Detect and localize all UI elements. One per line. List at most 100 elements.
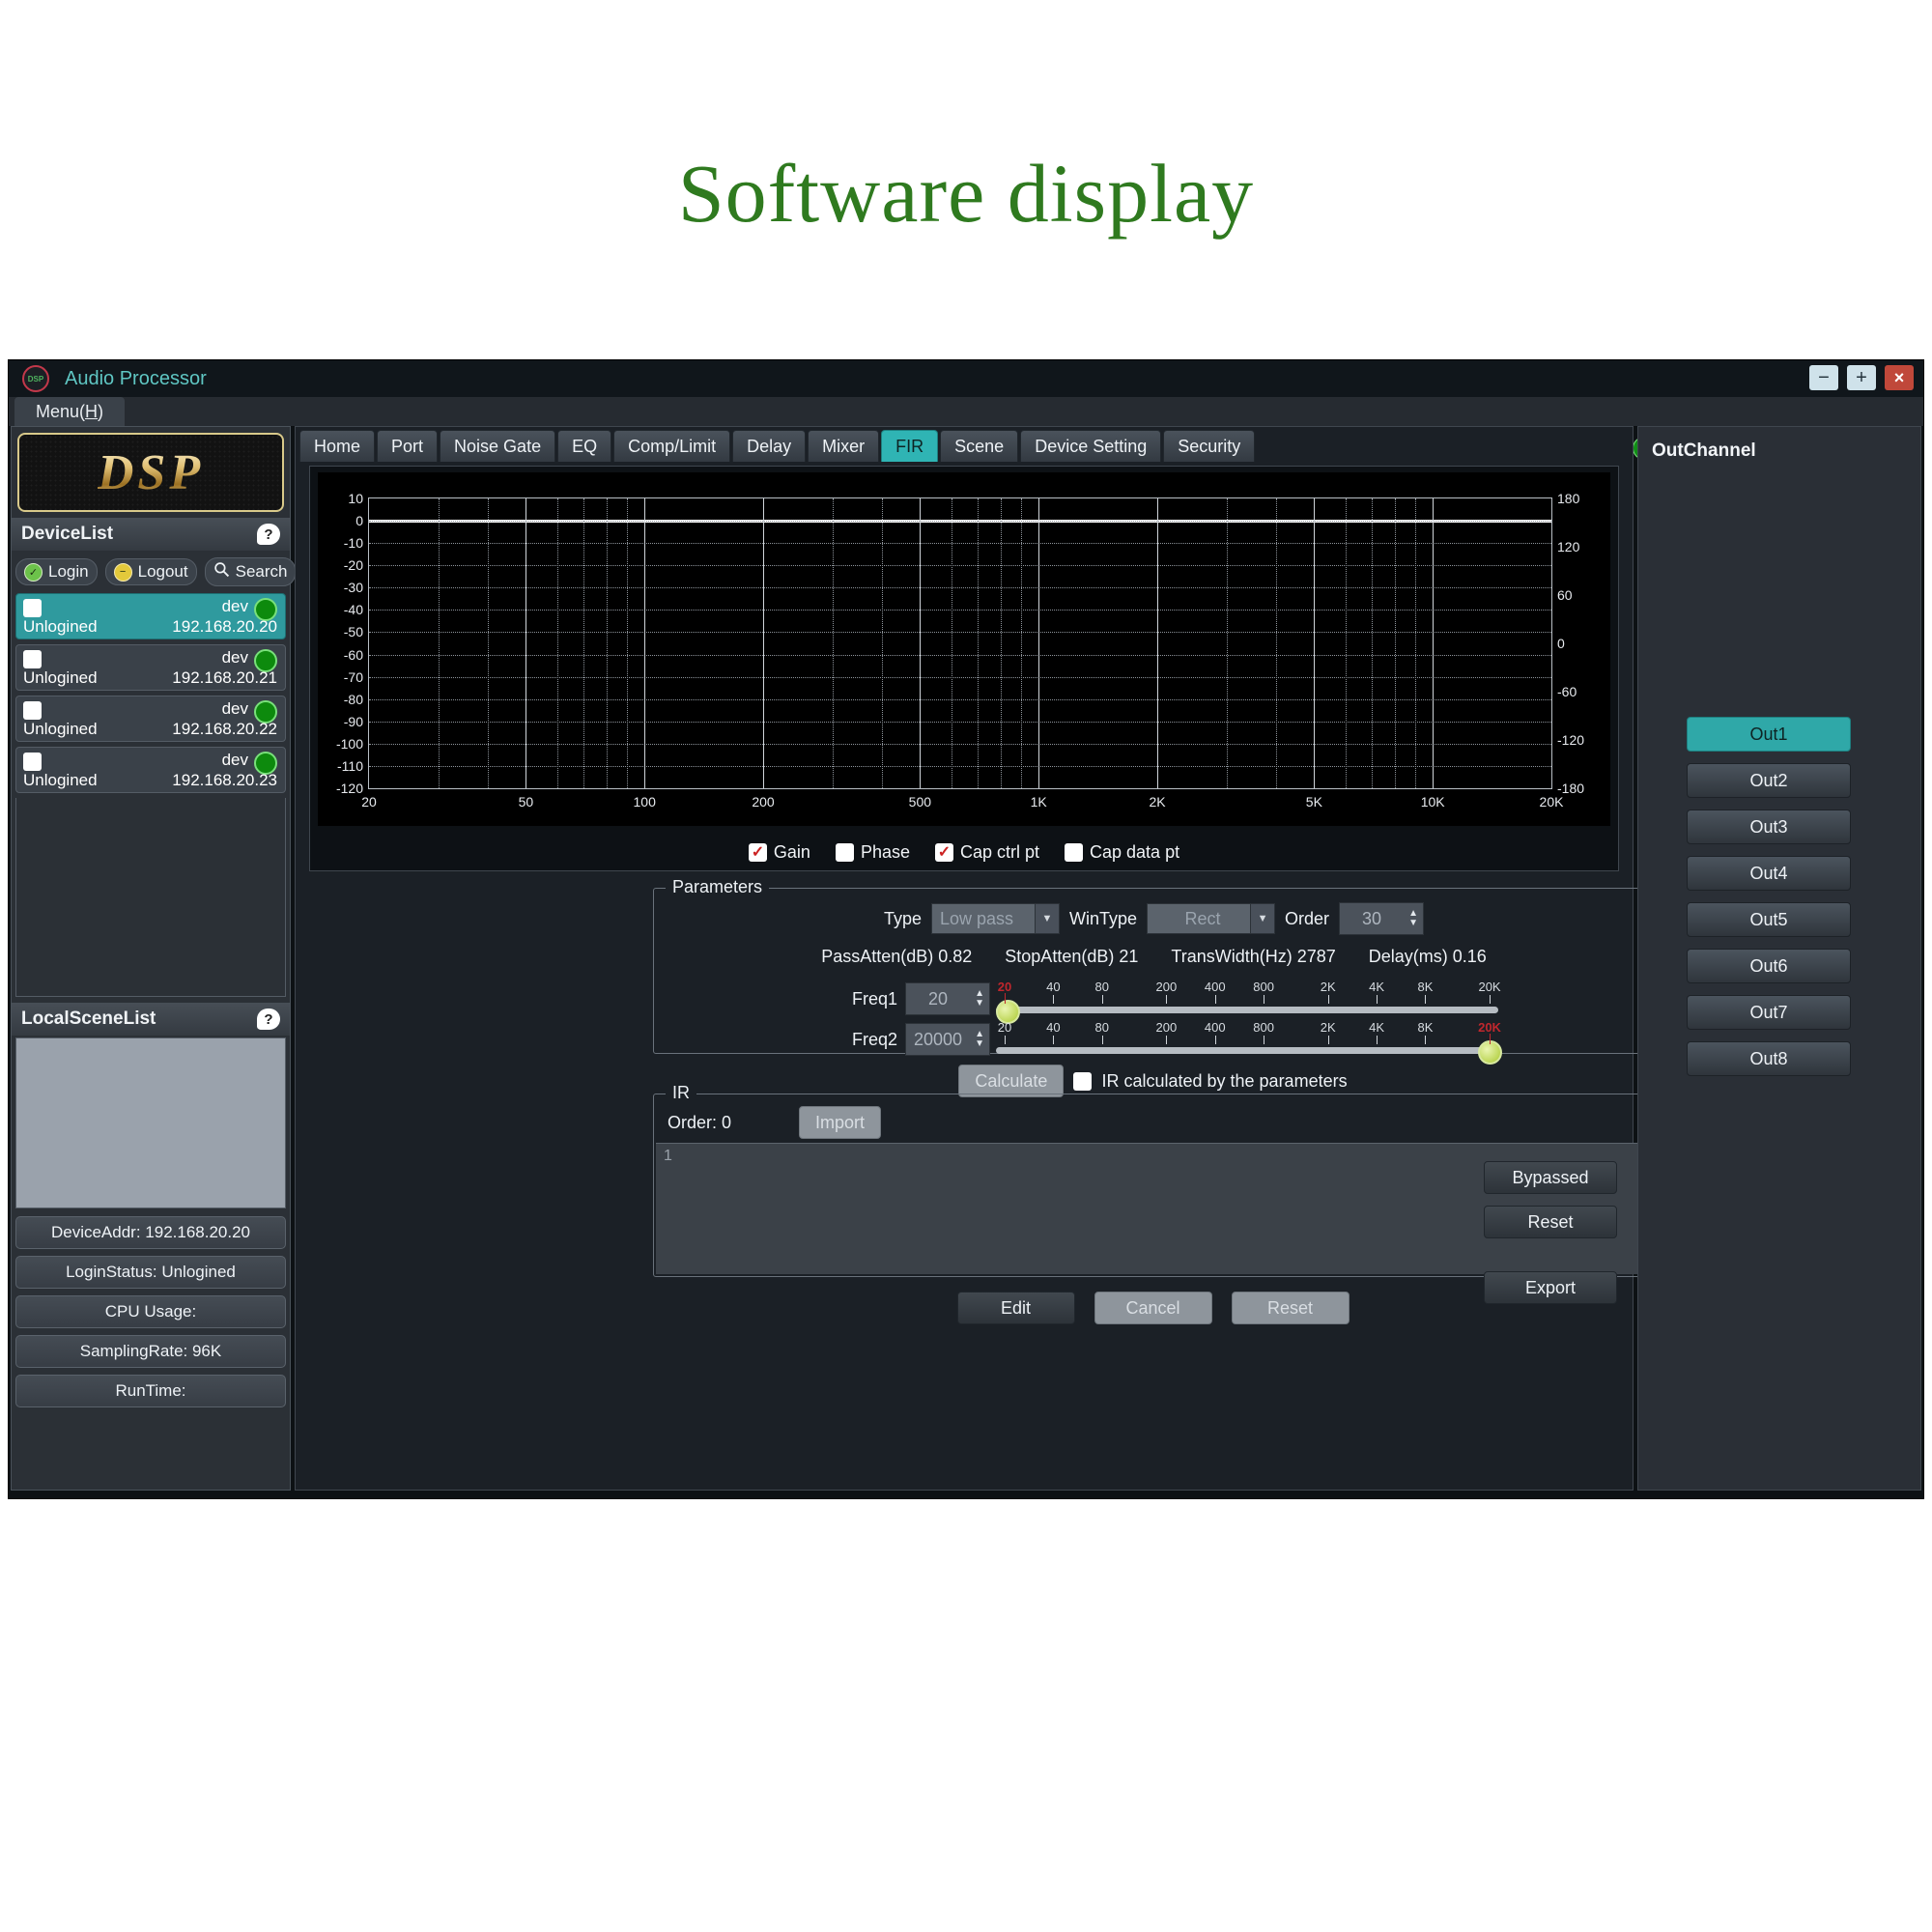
outchannel-button-out7[interactable]: Out7 [1687,995,1851,1030]
device-status-pill: CPU Usage: [15,1295,286,1328]
filter-stats-row: PassAtten(dB) 0.82 StopAtten(dB) 21 TransW… [654,947,1654,967]
device-list-item[interactable]: dev Unlogined 192.168.20.20 [15,593,286,639]
stepper-arrows-icon[interactable]: ▲ ▼ [1404,903,1423,934]
app-logo-icon: DSP [22,365,49,392]
slider-track [996,1007,1499,1013]
chart-y2tick-label: -60 [1557,684,1577,699]
freq1-slider[interactable]: 20 40 80 200 400 800 2K 4K 8K 20K [996,978,1501,1024]
chart-xtick-label: 20K [1539,794,1564,810]
device-checkbox[interactable] [23,650,42,668]
legend-item[interactable]: ✓ Cap ctrl pt [934,842,1039,863]
chart-ytick-label: -100 [335,735,363,752]
export-button[interactable]: Export [1484,1271,1617,1304]
bypassed-button[interactable]: Bypassed [1484,1161,1617,1194]
menu-strip: Menu(H) InMute ABCD OutMute 12345678 Out… [9,397,1923,461]
tab-delay[interactable]: Delay [732,430,807,462]
slider-tick [1327,1036,1329,1044]
edit-button[interactable]: Edit [956,1292,1075,1324]
device-list-item[interactable]: dev Unlogined 192.168.20.21 [15,644,286,691]
slider-tick [1101,995,1103,1004]
outchannel-button-out8[interactable]: Out8 [1687,1041,1851,1076]
chart-ytick-label: -10 [343,535,363,552]
login-button[interactable]: ✓ Login [15,558,98,585]
reset-button[interactable]: Reset [1231,1292,1350,1324]
legend-label: Phase [860,842,910,862]
chart-gridline-h [369,654,1551,656]
chart-ytick-label: -50 [343,624,363,640]
device-status-pill: DeviceAddr: 192.168.20.20 [15,1216,286,1249]
slider-tick-label: 8K [1417,980,1434,994]
side-reset-button[interactable]: Reset [1484,1206,1617,1238]
device-name: dev [221,699,248,718]
device-checkbox[interactable] [23,701,42,720]
maximize-button[interactable]: + [1847,365,1876,390]
slider-tick-label: 2K [1320,980,1336,994]
freq2-slider[interactable]: 20 40 80 200 400 800 2K 4K 8K 20K [996,1018,1503,1065]
menu-button[interactable]: Menu(H) [14,397,126,426]
type-value: Low pass [939,908,1014,928]
fir-side-buttons: Bypassed Reset Export [1484,1161,1617,1304]
legend-item[interactable]: ✓ Gain [748,842,810,863]
outchannel-button-out4[interactable]: Out4 [1687,856,1851,891]
tab-fir[interactable]: FIR [881,430,939,462]
type-select[interactable]: Low pass ▼ [930,903,1060,934]
device-checkbox[interactable] [23,753,42,771]
legend-checkbox[interactable]: ✓ [934,843,953,862]
ir-group-title: IR [666,1083,696,1103]
order-stepper[interactable]: 30 ▲ ▼ [1339,902,1425,935]
outchannel-button-out2[interactable]: Out2 [1687,763,1851,798]
help-icon[interactable]: ? [257,524,280,545]
legend-item[interactable]: Cap data pt [1065,842,1179,863]
device-login-status: Unlogined [23,668,98,687]
tab-scene[interactable]: Scene [940,430,1019,462]
slider-tick-label: 2K [1320,1020,1336,1035]
tab-home[interactable]: Home [299,430,376,462]
calculate-row: Calculate IR calculated by the parameter… [653,1065,1653,1097]
outchannel-button-out5[interactable]: Out5 [1687,902,1851,937]
outchannel-button-out1[interactable]: Out1 [1687,717,1851,752]
outchannel-button-out6[interactable]: Out6 [1687,949,1851,983]
tab-comp-limit[interactable]: Comp/Limit [613,430,731,462]
tab-security[interactable]: Security [1163,430,1256,462]
minimize-button[interactable]: − [1809,365,1838,390]
tab-eq[interactable]: EQ [557,430,612,462]
wintype-select[interactable]: Rect ▼ [1147,903,1276,934]
stepper-arrows-icon[interactable]: ▲ ▼ [970,1024,989,1055]
logout-button[interactable]: − Logout [104,558,197,585]
freq2-label: Freq2 [852,1029,898,1049]
freq1-stepper[interactable]: 20 ▲ ▼ [905,982,991,1015]
chart-gridline-h [369,632,1551,634]
legend-checkbox[interactable]: ✓ [748,843,767,862]
local-scene-list[interactable] [15,1037,286,1208]
chart-xtick-label: 20 [361,794,377,810]
tab-device-setting[interactable]: Device Setting [1020,430,1162,462]
calculate-button[interactable]: Calculate [958,1065,1065,1097]
tab-noise-gate[interactable]: Noise Gate [440,430,556,462]
device-list-item[interactable]: dev Unlogined 192.168.20.23 [15,747,286,793]
outchannel-button-out3[interactable]: Out3 [1687,810,1851,844]
cancel-button[interactable]: Cancel [1094,1292,1212,1324]
chart-gridline-h [369,610,1551,611]
device-ip: 192.168.20.20 [172,617,277,636]
chart-gridline-v [582,498,584,788]
legend-checkbox[interactable] [1065,843,1084,862]
chevron-down-icon: ▼ [1034,904,1059,933]
freq2-stepper[interactable]: 20000 ▲ ▼ [905,1023,991,1056]
filter-stat: Delay(ms) 0.16 [1368,947,1487,966]
help-icon[interactable]: ? [257,1009,280,1030]
slider-tick-label: 40 [1046,980,1061,994]
tab-port[interactable]: Port [377,430,439,462]
close-button[interactable]: × [1885,365,1914,390]
stepper-arrows-icon[interactable]: ▲ ▼ [970,983,989,1014]
import-button[interactable]: Import [799,1106,882,1139]
search-button[interactable]: Search [204,557,297,586]
chart-gridline-v [1226,498,1228,788]
chart-gridline-h [369,521,1551,523]
device-list-empty-area [15,798,286,997]
legend-checkbox[interactable] [835,843,854,862]
device-list-item[interactable]: dev Unlogined 192.168.20.22 [15,696,286,742]
tab-mixer[interactable]: Mixer [808,430,880,462]
device-checkbox[interactable] [23,599,42,617]
legend-item[interactable]: Phase [835,842,910,863]
ir-calculated-checkbox[interactable] [1073,1071,1093,1091]
